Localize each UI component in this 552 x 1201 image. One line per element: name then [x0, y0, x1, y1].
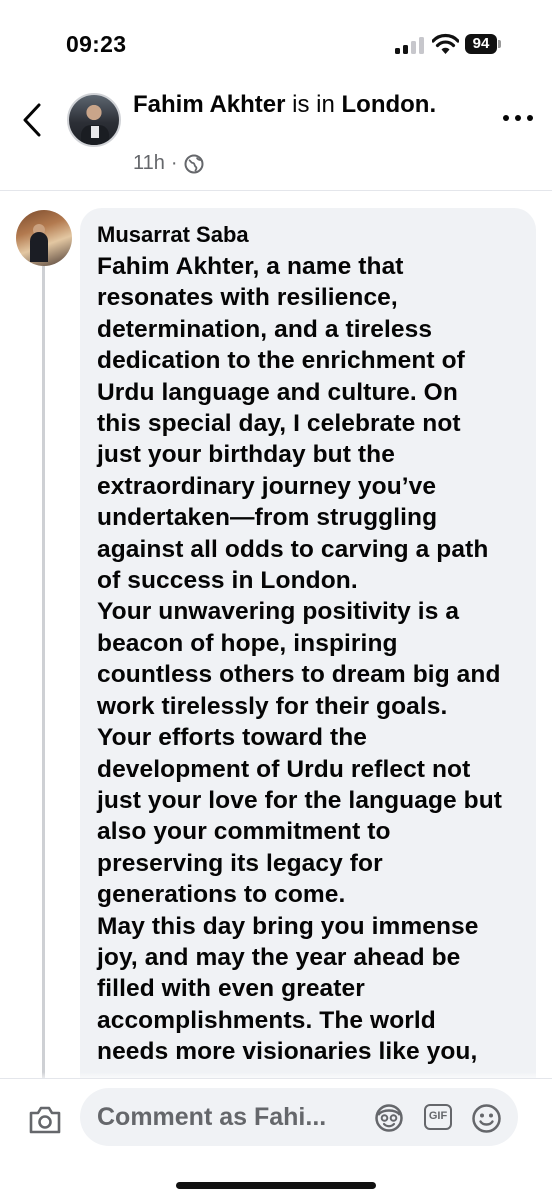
comment-text-line: this special day, I celebrate not [97, 410, 461, 438]
location-link[interactable]: London. [342, 91, 437, 118]
comment-text-line: Urdu language and culture. On [97, 378, 458, 406]
post-title: Fahim Akhter is in London. [133, 89, 463, 120]
comment-text-line: just your birthday but the [97, 441, 395, 469]
comment-text-line: countless others to dream big and [97, 661, 501, 689]
post-time[interactable]: 11h [133, 152, 165, 175]
comment-input-placeholder: Comment as Fahi... [97, 1103, 327, 1131]
comment-text-line: work tirelessly for their goals. [97, 692, 448, 720]
comment-text-line: also your commitment to [97, 818, 391, 846]
post-meta: 11h · [133, 152, 204, 175]
comment-text-line: against all odds to carving a path [97, 535, 489, 563]
author-avatar[interactable] [67, 93, 121, 147]
gif-icon[interactable]: GIF [424, 1104, 452, 1130]
camera-icon[interactable] [28, 1105, 62, 1135]
post-title-connector: is in [285, 91, 342, 118]
globe-icon [184, 154, 204, 173]
comment-text: Fahim Akhter, a name that resonates with … [97, 251, 527, 1068]
thread-line [42, 266, 45, 1078]
comment-text-line: preserving its legacy for [97, 849, 383, 877]
status-time: 09:23 [66, 31, 127, 57]
avatar-sticker-icon[interactable] [374, 1103, 404, 1133]
cellular-signal-icon [395, 37, 425, 54]
comment-text-line: development of Urdu reflect not [97, 755, 471, 783]
comment-composer: Comment as Fahi... GIF [0, 1078, 552, 1201]
commenter-name[interactable]: Musarrat Saba [97, 222, 249, 248]
home-indicator [176, 1182, 376, 1189]
comment-text-line: joy, and may the year ahead be [97, 943, 461, 971]
comment-input[interactable]: Comment as Fahi... GIF [80, 1088, 518, 1146]
battery-icon: 94 [465, 34, 501, 54]
comment-text-line: of success in London. [97, 567, 358, 595]
smiley-icon[interactable] [471, 1103, 502, 1134]
comment-text-line: beacon of hope, inspiring [97, 629, 398, 657]
comment-text-line: Your unwavering positivity is a [97, 598, 460, 626]
comment-text-line: undertaken—from struggling [97, 504, 438, 532]
wifi-icon [432, 33, 459, 54]
comment-text-line: generations to come. [97, 881, 346, 909]
chevron-left-icon[interactable] [18, 100, 46, 140]
comment-text-line: Fahim Akhter, a name that [97, 253, 404, 280]
author-name-link[interactable]: Fahim Akhter [133, 91, 285, 118]
comment-text-line: dedication to the enrichment of [97, 347, 465, 375]
more-horizontal-icon[interactable] [503, 113, 533, 123]
comment-text-line: Your efforts toward the [97, 724, 367, 752]
commenter-avatar[interactable] [16, 210, 72, 266]
comment-text-line: accomplishments. The world [97, 1006, 436, 1034]
comment-text-line: just your love for the language but [97, 786, 503, 814]
comment-text-line: needs more visionaries like you, [97, 1038, 478, 1066]
comment-text-line: determination, and a tireless [97, 315, 433, 343]
comment-text-line: May this day bring you immense [97, 912, 479, 940]
post-header: Fahim Akhter is in London. 11h · [0, 80, 552, 191]
comment-text-line: resonates with resilience, [97, 284, 398, 312]
meta-separator: · [170, 152, 178, 174]
battery-level: 94 [465, 34, 497, 54]
comment-text-line: filled with even greater [97, 975, 365, 1003]
comment-text-line: extraordinary journey you’ve [97, 472, 437, 500]
status-bar: 09:23 94 [0, 0, 552, 80]
